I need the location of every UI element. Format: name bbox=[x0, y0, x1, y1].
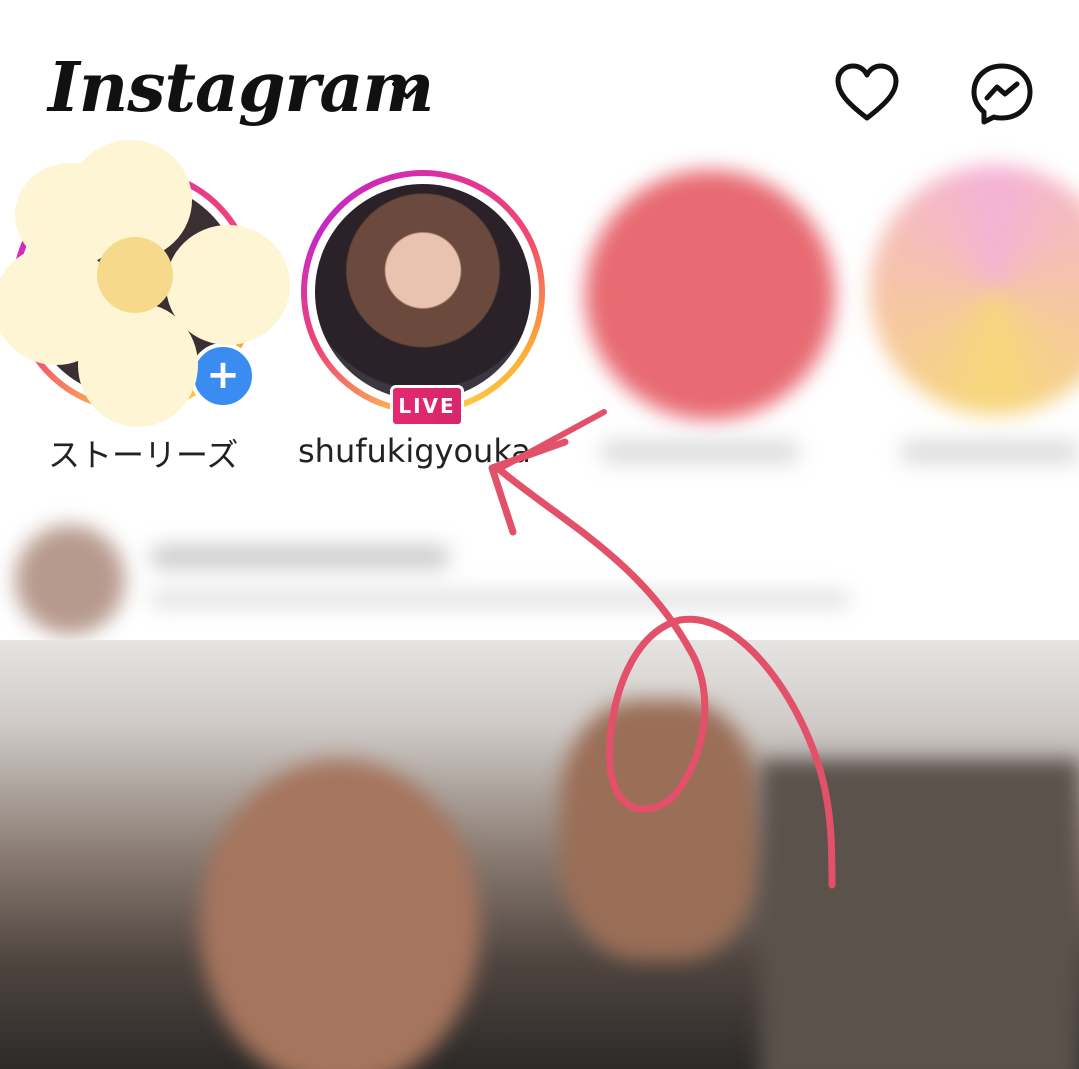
annotation-arrow bbox=[488, 409, 836, 889]
